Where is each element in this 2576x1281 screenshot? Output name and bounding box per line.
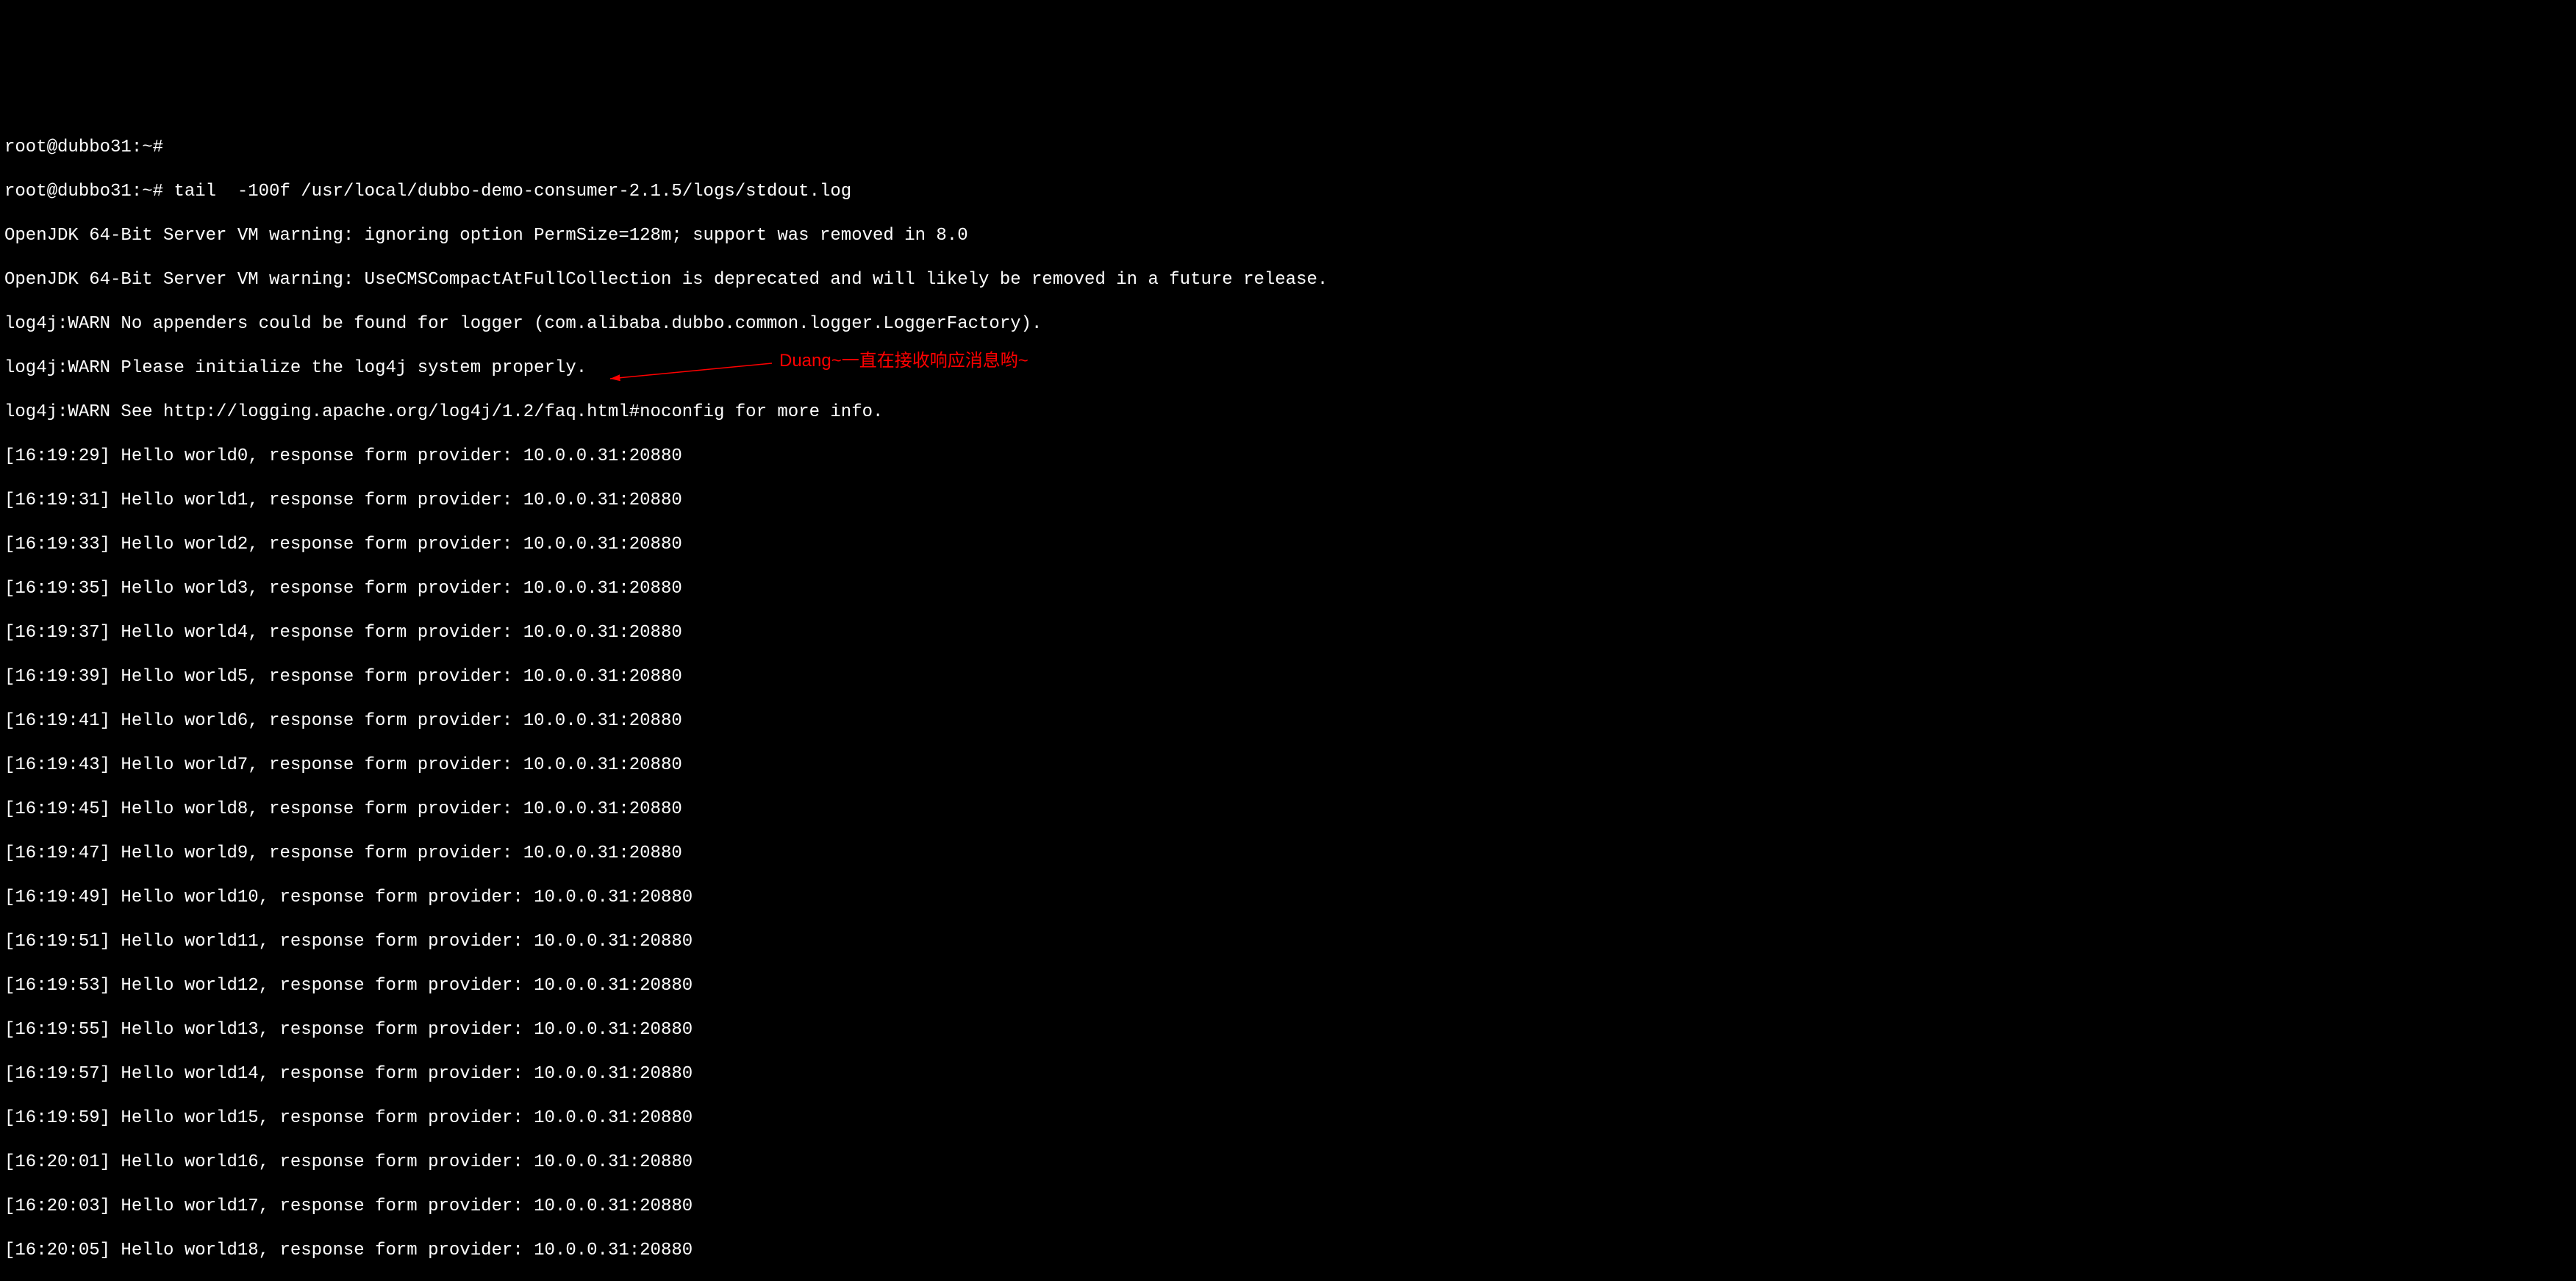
log-output-line: log4j:WARN See http://logging.apache.org… [4, 402, 2572, 424]
log-output-line: [16:20:03] Hello world17, response form … [4, 1196, 2572, 1218]
log-output-line: [16:19:59] Hello world15, response form … [4, 1107, 2572, 1130]
log-output-line: [16:19:49] Hello world10, response form … [4, 887, 2572, 909]
log-output-line: [16:19:45] Hello world8, response form p… [4, 799, 2572, 821]
log-output-line: [16:19:55] Hello world13, response form … [4, 1019, 2572, 1041]
log-output-line: OpenJDK 64-Bit Server VM warning: ignori… [4, 225, 2572, 247]
log-output-line: [16:19:43] Hello world7, response form p… [4, 754, 2572, 777]
log-output-line: [16:19:39] Hello world5, response form p… [4, 666, 2572, 688]
log-output-line: [16:19:47] Hello world9, response form p… [4, 843, 2572, 865]
annotation-text: Duang~一直在接收响应消息哟~ [779, 350, 1028, 372]
log-output-line: [16:19:31] Hello world1, response form p… [4, 490, 2572, 512]
log-output-line: [16:20:01] Hello world16, response form … [4, 1152, 2572, 1174]
log-output-line: [16:19:51] Hello world11, response form … [4, 931, 2572, 953]
log-output-line: log4j:WARN No appenders could be found f… [4, 313, 2572, 335]
log-output-line: [16:19:35] Hello world3, response form p… [4, 578, 2572, 600]
log-output-line: [16:19:33] Hello world2, response form p… [4, 534, 2572, 556]
log-output-line: log4j:WARN Please initialize the log4j s… [4, 357, 2572, 379]
command-line: root@dubbo31:~# tail -100f /usr/local/du… [4, 181, 2572, 203]
log-output-line: [16:19:57] Hello world14, response form … [4, 1063, 2572, 1085]
terminal-window[interactable]: root@dubbo31:~# root@dubbo31:~# tail -10… [0, 110, 2576, 1281]
log-output-line: [16:19:53] Hello world12, response form … [4, 975, 2572, 997]
log-output-line: [16:19:37] Hello world4, response form p… [4, 622, 2572, 644]
log-output-line: [16:19:41] Hello world6, response form p… [4, 710, 2572, 732]
log-output-line: OpenJDK 64-Bit Server VM warning: UseCMS… [4, 269, 2572, 291]
log-output-line: [16:19:29] Hello world0, response form p… [4, 446, 2572, 468]
prompt-line: root@dubbo31:~# [4, 137, 2572, 159]
